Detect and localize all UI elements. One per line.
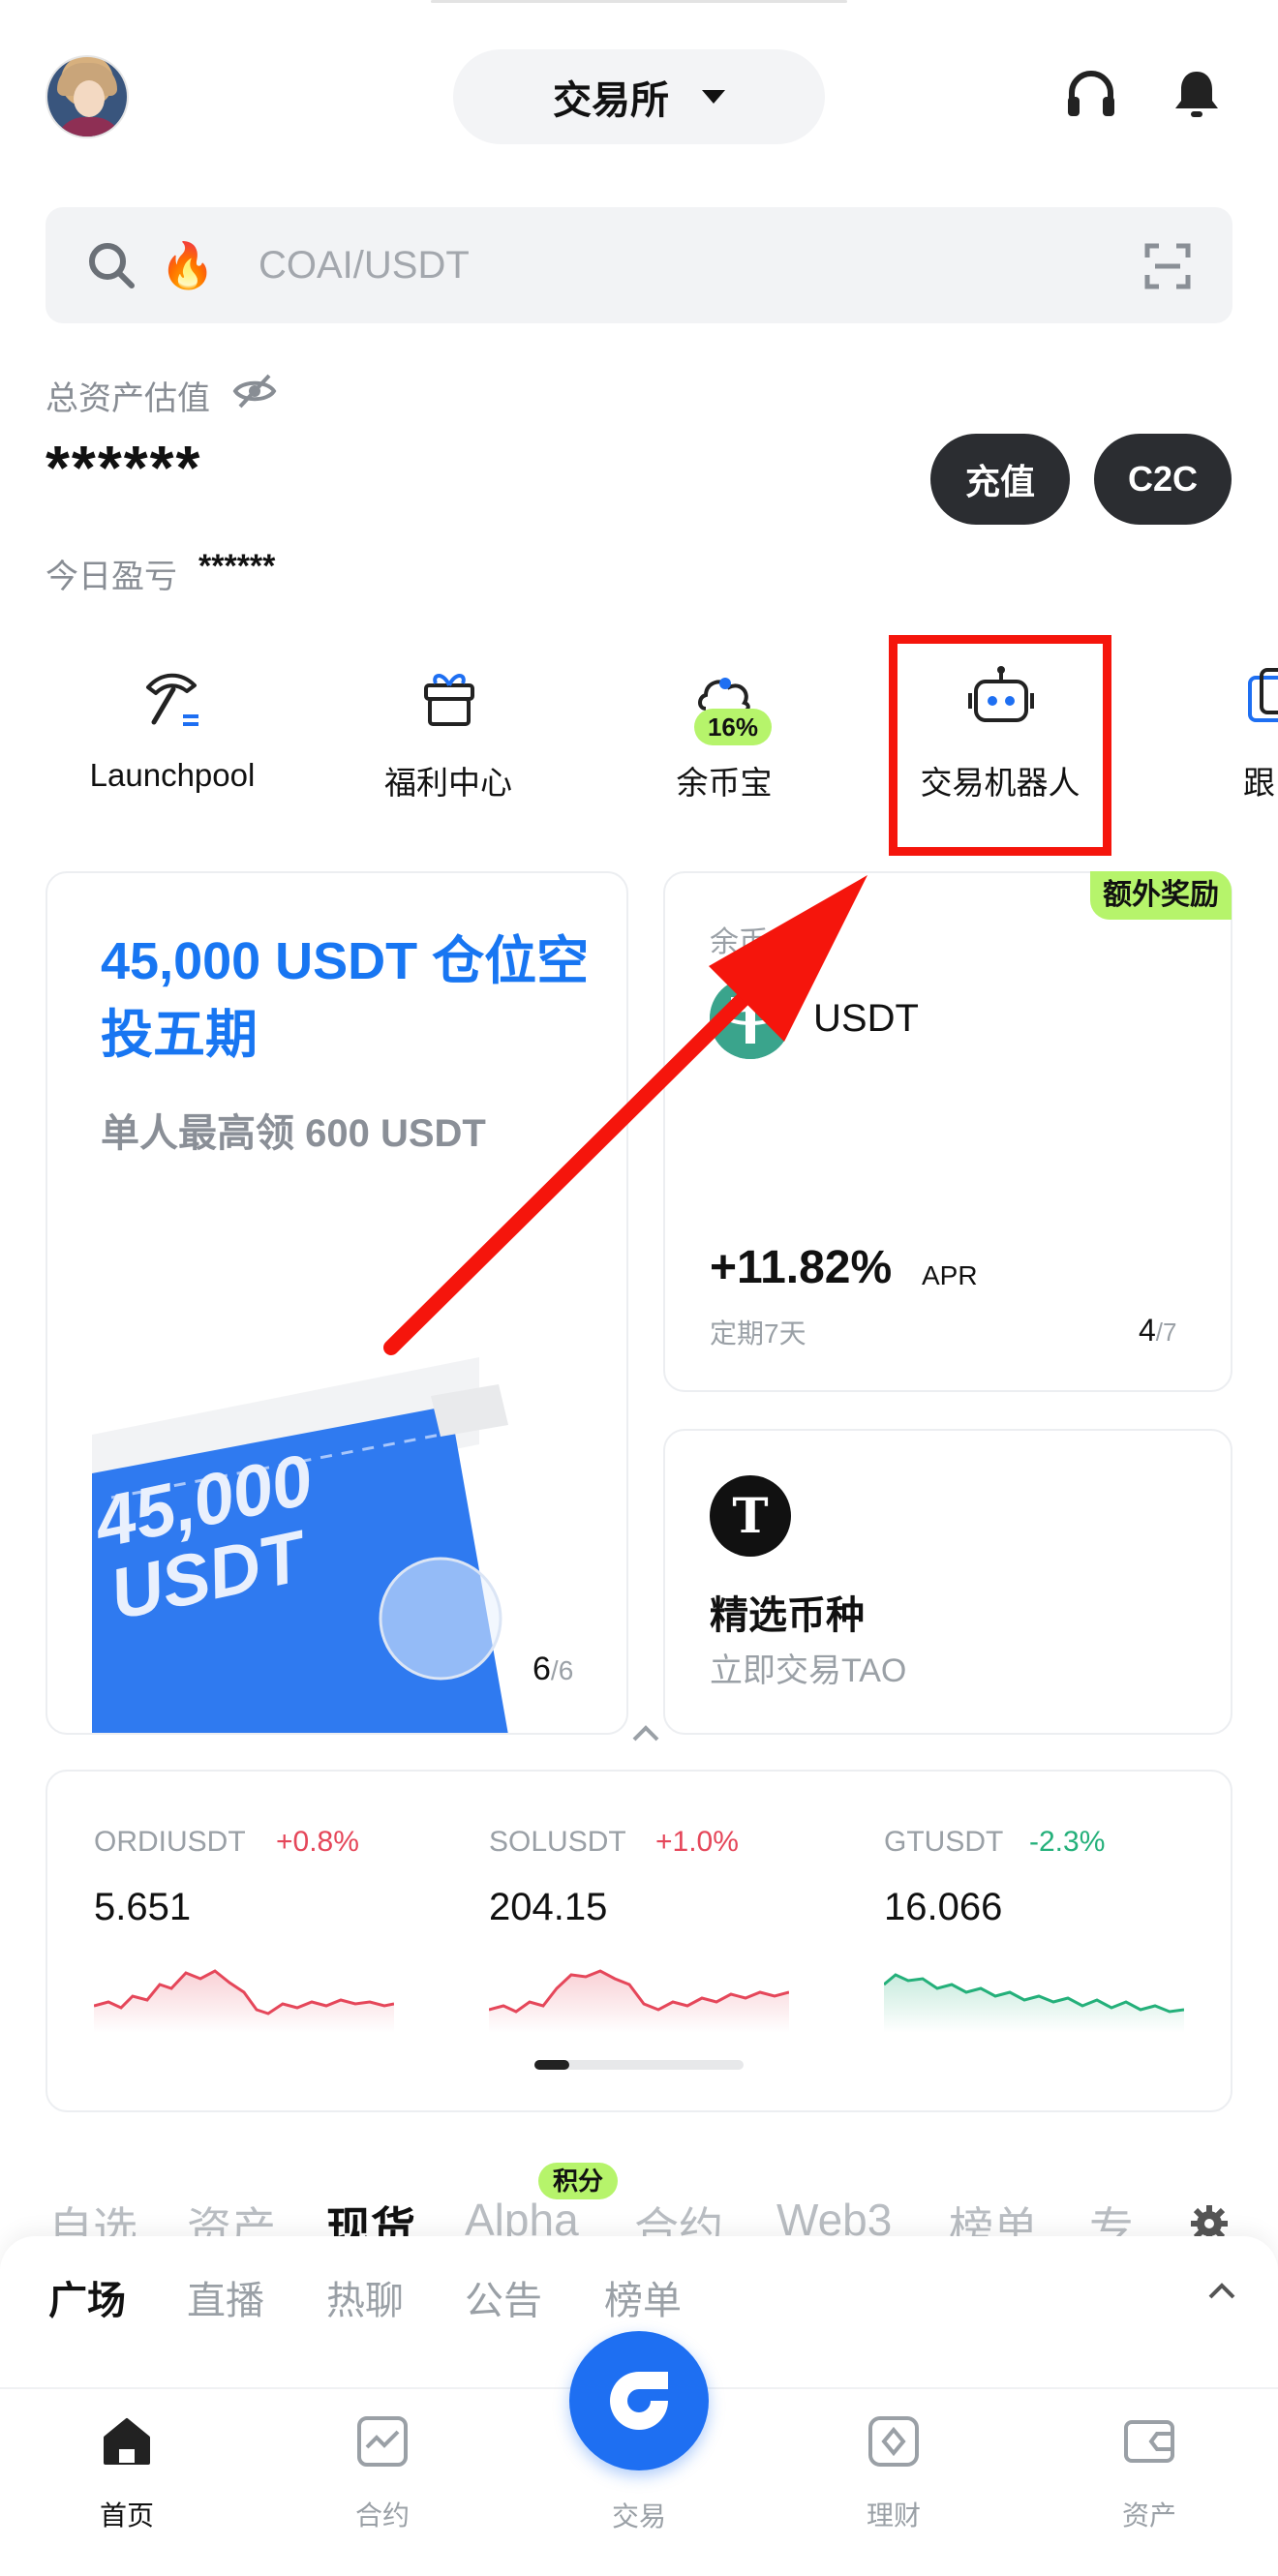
headset-icon[interactable] [1064, 68, 1118, 122]
chevron-up-icon[interactable] [1207, 2281, 1236, 2300]
ticker-sparkline [884, 1973, 1184, 2033]
savings-page-total: /7 [1155, 1318, 1177, 1347]
annotation-highlight-box [889, 635, 1111, 856]
promo-page-current: 6 [532, 1651, 551, 1687]
tab-live[interactable]: 直播 [187, 2269, 264, 2325]
apr-badge: 16% [694, 709, 772, 745]
quick-entry-savings[interactable]: 16% 余币宝 [613, 658, 836, 813]
total-assets-label: 总资产估值 [46, 380, 210, 417]
tab-hot-chat[interactable]: 热聊 [326, 2269, 404, 2325]
promo-pager: 6/6 [532, 1651, 573, 1688]
earn-icon [868, 2416, 919, 2467]
avatar[interactable] [46, 55, 129, 138]
ticker-price: 16.066 [884, 1886, 1003, 1928]
search-input[interactable]: COAI/USDT [259, 244, 470, 287]
gift-icon [424, 674, 474, 726]
nav-label: 理财 [866, 2500, 921, 2531]
nav-home[interactable]: 首页 [40, 2414, 214, 2533]
ticker-change: +1.0% [655, 1826, 739, 1858]
trade-icon [610, 2372, 668, 2430]
savings-page-current: 4 [1139, 1313, 1156, 1348]
quick-entry-label: 福利中心 [384, 765, 512, 801]
annotation-arrow [383, 875, 867, 1355]
nav-label: 资产 [1121, 2500, 1176, 2531]
quick-entry-launchpool[interactable]: Launchpool [61, 658, 284, 813]
ticker-sparkline [489, 1969, 789, 2033]
futures-icon [357, 2416, 408, 2467]
ticker-price: 204.15 [489, 1886, 608, 1928]
tab-announcements[interactable]: 公告 [465, 2269, 542, 2325]
bell-icon[interactable] [1170, 68, 1224, 122]
search-bar[interactable]: 🔥 COAI/USDT [46, 207, 1232, 323]
home-icon [104, 2418, 150, 2465]
extra-reward-badge: 额外奖励 [1090, 871, 1232, 920]
ticker-symbol: ORDIUSDT [94, 1826, 246, 1858]
apr-unit: APR [922, 1260, 978, 1290]
scan-icon[interactable] [1143, 242, 1192, 290]
chevron-up-icon[interactable] [631, 1723, 660, 1743]
c2c-button[interactable]: C2C [1094, 434, 1232, 525]
tao-coin-icon: T [710, 1475, 791, 1557]
exchange-switcher[interactable]: 交易所 [453, 49, 825, 144]
quick-entry-welfare[interactable]: 福利中心 [337, 658, 560, 813]
eye-off-icon[interactable] [232, 372, 277, 410]
nav-label: 合约 [354, 2500, 410, 2531]
deposit-button[interactable]: 充值 [930, 434, 1070, 525]
wallet-icon [1124, 2420, 1174, 2463]
promo-page-total: /6 [550, 1655, 574, 1685]
ticker-sparkline [94, 1969, 394, 2033]
featured-subtitle: 立即交易TAO [710, 1652, 907, 1689]
nav-label: 首页 [99, 2500, 154, 2531]
tab-square[interactable]: 广场 [48, 2269, 126, 2325]
quick-entry-label: 跟 [1243, 765, 1275, 801]
fire-icon: 🔥 [160, 240, 216, 290]
nav-assets[interactable]: 资产 [1062, 2414, 1236, 2533]
nav-label: 交易 [611, 2501, 666, 2531]
ticker-change: -2.3% [1029, 1826, 1106, 1858]
ticker-change: +0.8% [276, 1826, 359, 1858]
nav-trade-button[interactable] [569, 2331, 709, 2470]
nav-earn[interactable]: 理财 [806, 2414, 981, 2533]
savings-pager: 4/7 [1139, 1313, 1176, 1349]
ticker-scroll-thumb[interactable] [534, 2060, 569, 2070]
chevron-down-icon [702, 90, 725, 104]
ticker-symbol: GTUSDT [884, 1826, 1004, 1858]
pickaxe-icon [146, 673, 198, 726]
ticker-symbol: SOLUSDT [489, 1826, 626, 1858]
quick-entry-copy-trade[interactable]: 跟 [1165, 658, 1278, 813]
top-grip [431, 0, 847, 3]
exchange-label: 交易所 [553, 79, 669, 122]
pnl-label: 今日盈亏 [46, 559, 177, 595]
ticker-price: 5.651 [94, 1886, 192, 1928]
quick-entry-label: Launchpool [89, 757, 256, 793]
total-assets-value: ****** [46, 433, 202, 502]
copy-trade-icon [1248, 668, 1278, 722]
nav-futures[interactable]: 合约 [295, 2414, 470, 2533]
tab-leaderboard[interactable]: 榜单 [604, 2269, 682, 2325]
quick-entry-label: 余币宝 [676, 765, 773, 801]
featured-title: 精选币种 [710, 1594, 865, 1637]
pnl-value: ****** [198, 548, 276, 585]
search-icon [89, 243, 135, 288]
